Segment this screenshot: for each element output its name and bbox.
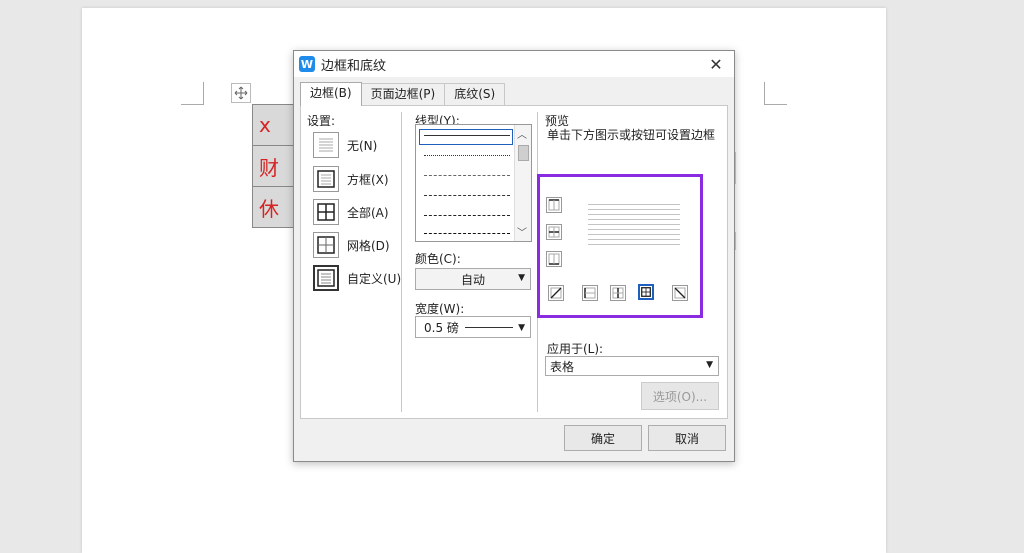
border-left-icon bbox=[584, 287, 596, 299]
border-top-icon bbox=[548, 199, 560, 211]
line-style-dash-dot[interactable] bbox=[424, 215, 510, 216]
dropdown-arrow-icon: ▼ bbox=[706, 360, 713, 370]
column-divider bbox=[401, 112, 402, 412]
dialog-titlebar[interactable]: W 边框和底纹 ✕ bbox=[294, 51, 734, 77]
border-none-icon bbox=[313, 132, 339, 158]
scroll-up-icon[interactable]: ︿ bbox=[517, 126, 527, 141]
table-cell[interactable]: 财 bbox=[252, 145, 294, 187]
margin-corner-top-left bbox=[181, 82, 204, 105]
line-style-dotted[interactable] bbox=[424, 155, 510, 156]
document-table: x 财 休 bbox=[252, 104, 296, 228]
width-dropdown[interactable]: 0.5 磅 ▼ bbox=[415, 316, 531, 338]
line-style-list[interactable]: ︿ ﹀ bbox=[415, 124, 532, 242]
scroll-down-icon[interactable]: ﹀ bbox=[517, 224, 527, 239]
setting-none[interactable]: 无(N) bbox=[313, 132, 377, 158]
settings-label: 设置: bbox=[307, 114, 336, 128]
border-bottom-icon bbox=[548, 253, 560, 265]
tab-page-borders[interactable]: 页面边框(P) bbox=[360, 83, 446, 105]
width-label: 宽度(W): bbox=[415, 302, 465, 316]
options-button[interactable]: 选项(O)... bbox=[641, 382, 719, 410]
border-bottom-button[interactable] bbox=[546, 251, 562, 267]
table-cell[interactable]: x bbox=[252, 104, 294, 146]
border-inner-vertical-button[interactable] bbox=[610, 285, 626, 301]
border-box-icon bbox=[313, 166, 339, 192]
preview-hint: 单击下方图示或按钮可设置边框 bbox=[547, 128, 716, 142]
table-cell[interactable]: 休 bbox=[252, 186, 294, 228]
cancel-button[interactable]: 取消 bbox=[648, 425, 726, 451]
borders-shading-dialog: W 边框和底纹 ✕ 边框(B) 页面边框(P) 底纹(S) 设置: 无(N) 方… bbox=[293, 50, 735, 462]
width-value: 0.5 磅 bbox=[424, 320, 459, 335]
setting-grid[interactable]: 网格(D) bbox=[313, 232, 390, 258]
apply-to-value: 表格 bbox=[550, 359, 575, 374]
setting-custom-label: 自定义(U) bbox=[347, 271, 402, 286]
dropdown-arrow-icon: ▼ bbox=[518, 273, 525, 283]
preview-area[interactable] bbox=[537, 174, 703, 318]
color-dropdown[interactable]: 自动 ▼ bbox=[415, 268, 531, 290]
border-top-button[interactable] bbox=[546, 197, 562, 213]
tab-shading[interactable]: 底纹(S) bbox=[444, 83, 506, 105]
setting-none-label: 无(N) bbox=[347, 138, 378, 153]
border-custom-icon bbox=[313, 265, 339, 291]
border-inner-vertical-icon bbox=[612, 287, 624, 299]
diagonal-down-icon bbox=[674, 287, 686, 299]
scroll-thumb[interactable] bbox=[518, 145, 529, 161]
border-diagonal-down-button[interactable] bbox=[672, 285, 688, 301]
move-arrows-icon bbox=[234, 86, 248, 100]
dropdown-arrow-icon: ▼ bbox=[518, 323, 525, 333]
color-label: 颜色(C): bbox=[415, 252, 461, 266]
border-grid-icon bbox=[313, 232, 339, 258]
border-right-icon bbox=[641, 287, 651, 297]
border-all-icon bbox=[313, 199, 339, 225]
margin-corner-top-right bbox=[764, 82, 787, 105]
line-style-long-dash[interactable] bbox=[424, 233, 510, 234]
line-style-dash[interactable] bbox=[424, 195, 510, 196]
line-style-scrollbar[interactable]: ︿ ﹀ bbox=[514, 125, 531, 241]
apply-to-dropdown[interactable]: 表格 ▼ bbox=[545, 356, 719, 376]
tab-panel-borders: 设置: 无(N) 方框(X) 全部(A) 网格(D) 自定义(U) 线型(Y):… bbox=[300, 105, 728, 419]
table-move-icon[interactable] bbox=[231, 83, 251, 103]
setting-box-label: 方框(X) bbox=[347, 172, 389, 187]
border-right-button[interactable] bbox=[638, 284, 654, 300]
border-inner-horizontal-icon bbox=[548, 226, 560, 238]
width-line-sample bbox=[464, 326, 513, 328]
color-value: 自动 bbox=[460, 272, 485, 287]
tab-borders[interactable]: 边框(B) bbox=[300, 82, 362, 106]
setting-box[interactable]: 方框(X) bbox=[313, 166, 389, 192]
setting-custom[interactable]: 自定义(U) bbox=[313, 265, 401, 291]
diagonal-up-icon bbox=[550, 287, 562, 299]
close-icon[interactable]: ✕ bbox=[706, 54, 726, 74]
line-style-fine-dash[interactable] bbox=[424, 175, 510, 176]
border-diagonal-up-button[interactable] bbox=[548, 285, 564, 301]
ok-button[interactable]: 确定 bbox=[564, 425, 642, 451]
setting-all[interactable]: 全部(A) bbox=[313, 199, 389, 225]
line-style-solid[interactable] bbox=[424, 135, 510, 136]
dialog-tabs: 边框(B) 页面边框(P) 底纹(S) bbox=[300, 82, 506, 106]
apply-to-label: 应用于(L): bbox=[547, 342, 604, 356]
border-inner-horizontal-button[interactable] bbox=[546, 224, 562, 240]
border-left-button[interactable] bbox=[582, 285, 598, 301]
setting-all-label: 全部(A) bbox=[347, 205, 389, 220]
wps-app-icon: W bbox=[299, 56, 315, 72]
dialog-title: 边框和底纹 bbox=[321, 58, 387, 74]
preview-sample-text bbox=[588, 204, 680, 262]
line-style-selection bbox=[419, 129, 513, 145]
setting-grid-label: 网格(D) bbox=[347, 238, 390, 253]
